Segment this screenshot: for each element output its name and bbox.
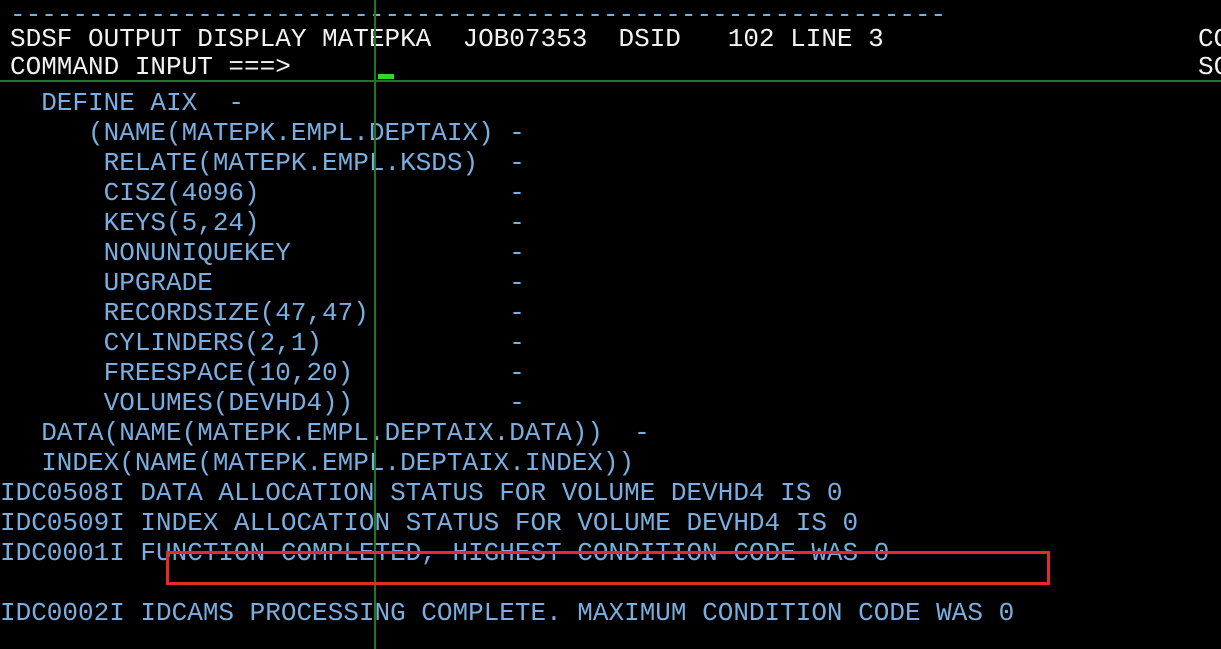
output-line-idc0509i: IDC0509I INDEX ALLOCATION STATUS FOR VOL… <box>0 508 859 538</box>
output-line: NONUNIQUEKEY - <box>10 238 525 268</box>
output-line: KEYS(5,24) - <box>10 208 525 238</box>
output-line: CISZ(4096) - <box>10 178 525 208</box>
text-cursor <box>378 74 394 79</box>
output-line: INDEX(NAME(MATEPK.EMPL.DEPTAIX.INDEX)) <box>10 448 635 478</box>
output-line: DATA(NAME(MATEPK.EMPL.DEPTAIX.DATA)) - <box>10 418 650 448</box>
output-line: CYLINDERS(2,1) - <box>10 328 525 358</box>
output-line: UPGRADE - <box>10 268 525 298</box>
scroll-label: SC <box>1198 52 1221 82</box>
output-line: VOLUMES(DEVHD4)) - <box>10 388 525 418</box>
output-line: FREESPACE(10,20) - <box>10 358 525 388</box>
command-input-field[interactable] <box>384 52 1184 82</box>
field-separator-vertical-rule <box>374 0 376 649</box>
output-line: DEFINE AIX - <box>10 88 245 118</box>
columns-label: CO <box>1198 24 1221 54</box>
output-line-idc0001i: IDC0001I FUNCTION COMPLETED, HIGHEST CON… <box>0 538 890 568</box>
command-input-label: COMMAND INPUT ===> <box>10 52 291 82</box>
output-line-idc0002i: IDC0002I IDCAMS PROCESSING COMPLETE. MAX… <box>0 598 1015 628</box>
panel-title-line: SDSF OUTPUT DISPLAY MATEPKA JOB07353 DSI… <box>10 24 884 54</box>
output-line: (NAME(MATEPK.EMPL.DEPTAIX) - <box>10 118 525 148</box>
field-separator-horizontal-rule <box>0 80 1221 82</box>
output-line: RECORDSIZE(47,47) - <box>10 298 525 328</box>
terminal-screen: ----------------------------------------… <box>0 0 1221 649</box>
output-line-idc0508i: IDC0508I DATA ALLOCATION STATUS FOR VOLU… <box>0 478 843 508</box>
output-line: RELATE(MATEPK.EMPL.KSDS) - <box>10 148 525 178</box>
